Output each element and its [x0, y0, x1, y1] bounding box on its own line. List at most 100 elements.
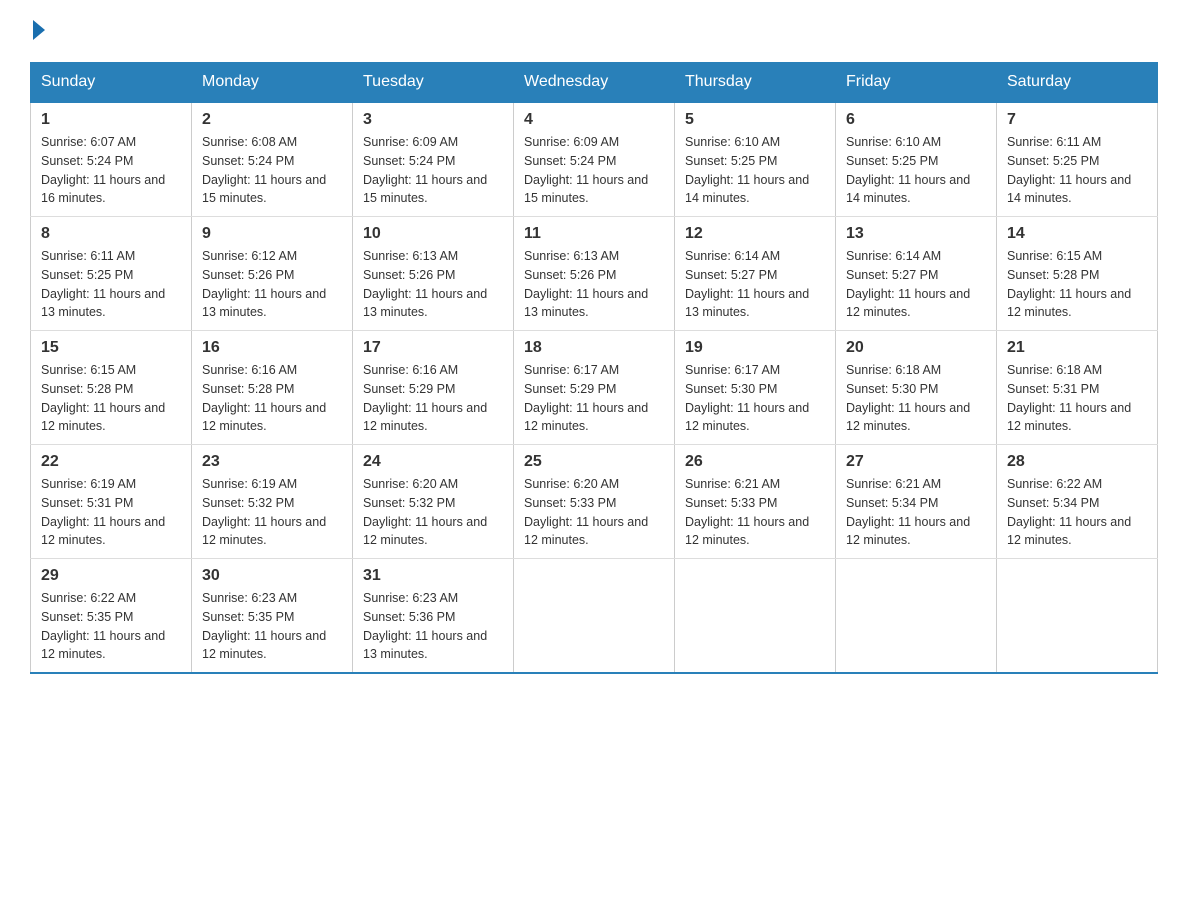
calendar-day-cell: 27 Sunrise: 6:21 AM Sunset: 5:34 PM Dayl… — [836, 445, 997, 559]
day-info: Sunrise: 6:15 AM Sunset: 5:28 PM Dayligh… — [41, 361, 181, 436]
calendar-day-cell: 18 Sunrise: 6:17 AM Sunset: 5:29 PM Dayl… — [514, 331, 675, 445]
day-number: 21 — [1007, 339, 1147, 357]
day-number: 24 — [363, 453, 503, 471]
calendar-day-cell — [514, 559, 675, 674]
day-info: Sunrise: 6:20 AM Sunset: 5:33 PM Dayligh… — [524, 475, 664, 550]
day-info: Sunrise: 6:09 AM Sunset: 5:24 PM Dayligh… — [524, 133, 664, 208]
day-info: Sunrise: 6:12 AM Sunset: 5:26 PM Dayligh… — [202, 247, 342, 322]
day-number: 14 — [1007, 225, 1147, 243]
calendar-day-cell: 10 Sunrise: 6:13 AM Sunset: 5:26 PM Dayl… — [353, 217, 514, 331]
calendar-week-row: 15 Sunrise: 6:15 AM Sunset: 5:28 PM Dayl… — [31, 331, 1158, 445]
calendar-day-cell: 7 Sunrise: 6:11 AM Sunset: 5:25 PM Dayli… — [997, 102, 1158, 217]
day-info: Sunrise: 6:17 AM Sunset: 5:30 PM Dayligh… — [685, 361, 825, 436]
calendar-day-cell — [675, 559, 836, 674]
calendar-week-row: 22 Sunrise: 6:19 AM Sunset: 5:31 PM Dayl… — [31, 445, 1158, 559]
day-info: Sunrise: 6:20 AM Sunset: 5:32 PM Dayligh… — [363, 475, 503, 550]
calendar-day-cell: 2 Sunrise: 6:08 AM Sunset: 5:24 PM Dayli… — [192, 102, 353, 217]
calendar-day-cell — [836, 559, 997, 674]
day-number: 7 — [1007, 111, 1147, 129]
calendar-day-header: Tuesday — [353, 63, 514, 103]
day-number: 30 — [202, 567, 342, 585]
day-number: 13 — [846, 225, 986, 243]
day-info: Sunrise: 6:14 AM Sunset: 5:27 PM Dayligh… — [685, 247, 825, 322]
day-number: 29 — [41, 567, 181, 585]
calendar-day-cell: 1 Sunrise: 6:07 AM Sunset: 5:24 PM Dayli… — [31, 102, 192, 217]
day-number: 6 — [846, 111, 986, 129]
day-number: 27 — [846, 453, 986, 471]
day-info: Sunrise: 6:22 AM Sunset: 5:34 PM Dayligh… — [1007, 475, 1147, 550]
day-info: Sunrise: 6:13 AM Sunset: 5:26 PM Dayligh… — [524, 247, 664, 322]
day-number: 19 — [685, 339, 825, 357]
day-info: Sunrise: 6:15 AM Sunset: 5:28 PM Dayligh… — [1007, 247, 1147, 322]
day-info: Sunrise: 6:09 AM Sunset: 5:24 PM Dayligh… — [363, 133, 503, 208]
day-info: Sunrise: 6:23 AM Sunset: 5:35 PM Dayligh… — [202, 589, 342, 664]
day-number: 20 — [846, 339, 986, 357]
day-number: 8 — [41, 225, 181, 243]
calendar-week-row: 29 Sunrise: 6:22 AM Sunset: 5:35 PM Dayl… — [31, 559, 1158, 674]
day-info: Sunrise: 6:16 AM Sunset: 5:29 PM Dayligh… — [363, 361, 503, 436]
day-number: 10 — [363, 225, 503, 243]
calendar-day-cell: 14 Sunrise: 6:15 AM Sunset: 5:28 PM Dayl… — [997, 217, 1158, 331]
calendar-day-cell: 31 Sunrise: 6:23 AM Sunset: 5:36 PM Dayl… — [353, 559, 514, 674]
calendar-day-header: Saturday — [997, 63, 1158, 103]
calendar-day-cell: 12 Sunrise: 6:14 AM Sunset: 5:27 PM Dayl… — [675, 217, 836, 331]
calendar-day-cell: 29 Sunrise: 6:22 AM Sunset: 5:35 PM Dayl… — [31, 559, 192, 674]
day-number: 18 — [524, 339, 664, 357]
calendar-day-cell: 26 Sunrise: 6:21 AM Sunset: 5:33 PM Dayl… — [675, 445, 836, 559]
calendar-day-header: Sunday — [31, 63, 192, 103]
day-info: Sunrise: 6:10 AM Sunset: 5:25 PM Dayligh… — [685, 133, 825, 208]
day-info: Sunrise: 6:18 AM Sunset: 5:30 PM Dayligh… — [846, 361, 986, 436]
day-number: 3 — [363, 111, 503, 129]
calendar-day-cell: 24 Sunrise: 6:20 AM Sunset: 5:32 PM Dayl… — [353, 445, 514, 559]
calendar-day-cell: 25 Sunrise: 6:20 AM Sunset: 5:33 PM Dayl… — [514, 445, 675, 559]
day-number: 16 — [202, 339, 342, 357]
day-info: Sunrise: 6:23 AM Sunset: 5:36 PM Dayligh… — [363, 589, 503, 664]
day-info: Sunrise: 6:17 AM Sunset: 5:29 PM Dayligh… — [524, 361, 664, 436]
calendar-day-header: Monday — [192, 63, 353, 103]
calendar-day-cell: 15 Sunrise: 6:15 AM Sunset: 5:28 PM Dayl… — [31, 331, 192, 445]
day-info: Sunrise: 6:21 AM Sunset: 5:33 PM Dayligh… — [685, 475, 825, 550]
day-number: 5 — [685, 111, 825, 129]
calendar-week-row: 1 Sunrise: 6:07 AM Sunset: 5:24 PM Dayli… — [31, 102, 1158, 217]
day-number: 4 — [524, 111, 664, 129]
day-number: 2 — [202, 111, 342, 129]
logo-arrow-icon — [33, 20, 45, 40]
calendar-day-cell: 23 Sunrise: 6:19 AM Sunset: 5:32 PM Dayl… — [192, 445, 353, 559]
calendar-day-cell: 13 Sunrise: 6:14 AM Sunset: 5:27 PM Dayl… — [836, 217, 997, 331]
day-number: 17 — [363, 339, 503, 357]
day-info: Sunrise: 6:10 AM Sunset: 5:25 PM Dayligh… — [846, 133, 986, 208]
calendar-day-header: Friday — [836, 63, 997, 103]
calendar-day-header: Wednesday — [514, 63, 675, 103]
calendar-week-row: 8 Sunrise: 6:11 AM Sunset: 5:25 PM Dayli… — [31, 217, 1158, 331]
calendar-day-cell: 28 Sunrise: 6:22 AM Sunset: 5:34 PM Dayl… — [997, 445, 1158, 559]
calendar-day-cell: 20 Sunrise: 6:18 AM Sunset: 5:30 PM Dayl… — [836, 331, 997, 445]
calendar-day-cell: 9 Sunrise: 6:12 AM Sunset: 5:26 PM Dayli… — [192, 217, 353, 331]
day-number: 31 — [363, 567, 503, 585]
day-info: Sunrise: 6:11 AM Sunset: 5:25 PM Dayligh… — [41, 247, 181, 322]
calendar-day-cell — [997, 559, 1158, 674]
day-number: 28 — [1007, 453, 1147, 471]
calendar-day-cell: 30 Sunrise: 6:23 AM Sunset: 5:35 PM Dayl… — [192, 559, 353, 674]
calendar-table: SundayMondayTuesdayWednesdayThursdayFrid… — [30, 62, 1158, 674]
day-number: 1 — [41, 111, 181, 129]
day-info: Sunrise: 6:18 AM Sunset: 5:31 PM Dayligh… — [1007, 361, 1147, 436]
calendar-day-cell: 11 Sunrise: 6:13 AM Sunset: 5:26 PM Dayl… — [514, 217, 675, 331]
day-number: 9 — [202, 225, 342, 243]
day-number: 12 — [685, 225, 825, 243]
calendar-day-cell: 3 Sunrise: 6:09 AM Sunset: 5:24 PM Dayli… — [353, 102, 514, 217]
calendar-day-cell: 16 Sunrise: 6:16 AM Sunset: 5:28 PM Dayl… — [192, 331, 353, 445]
calendar-day-cell: 17 Sunrise: 6:16 AM Sunset: 5:29 PM Dayl… — [353, 331, 514, 445]
calendar-day-cell: 8 Sunrise: 6:11 AM Sunset: 5:25 PM Dayli… — [31, 217, 192, 331]
day-info: Sunrise: 6:16 AM Sunset: 5:28 PM Dayligh… — [202, 361, 342, 436]
calendar-day-cell: 4 Sunrise: 6:09 AM Sunset: 5:24 PM Dayli… — [514, 102, 675, 217]
day-info: Sunrise: 6:11 AM Sunset: 5:25 PM Dayligh… — [1007, 133, 1147, 208]
calendar-day-cell: 22 Sunrise: 6:19 AM Sunset: 5:31 PM Dayl… — [31, 445, 192, 559]
calendar-header-row: SundayMondayTuesdayWednesdayThursdayFrid… — [31, 63, 1158, 103]
day-info: Sunrise: 6:13 AM Sunset: 5:26 PM Dayligh… — [363, 247, 503, 322]
calendar-day-cell: 5 Sunrise: 6:10 AM Sunset: 5:25 PM Dayli… — [675, 102, 836, 217]
day-info: Sunrise: 6:19 AM Sunset: 5:31 PM Dayligh… — [41, 475, 181, 550]
calendar-day-header: Thursday — [675, 63, 836, 103]
day-info: Sunrise: 6:19 AM Sunset: 5:32 PM Dayligh… — [202, 475, 342, 550]
day-number: 23 — [202, 453, 342, 471]
day-info: Sunrise: 6:08 AM Sunset: 5:24 PM Dayligh… — [202, 133, 342, 208]
